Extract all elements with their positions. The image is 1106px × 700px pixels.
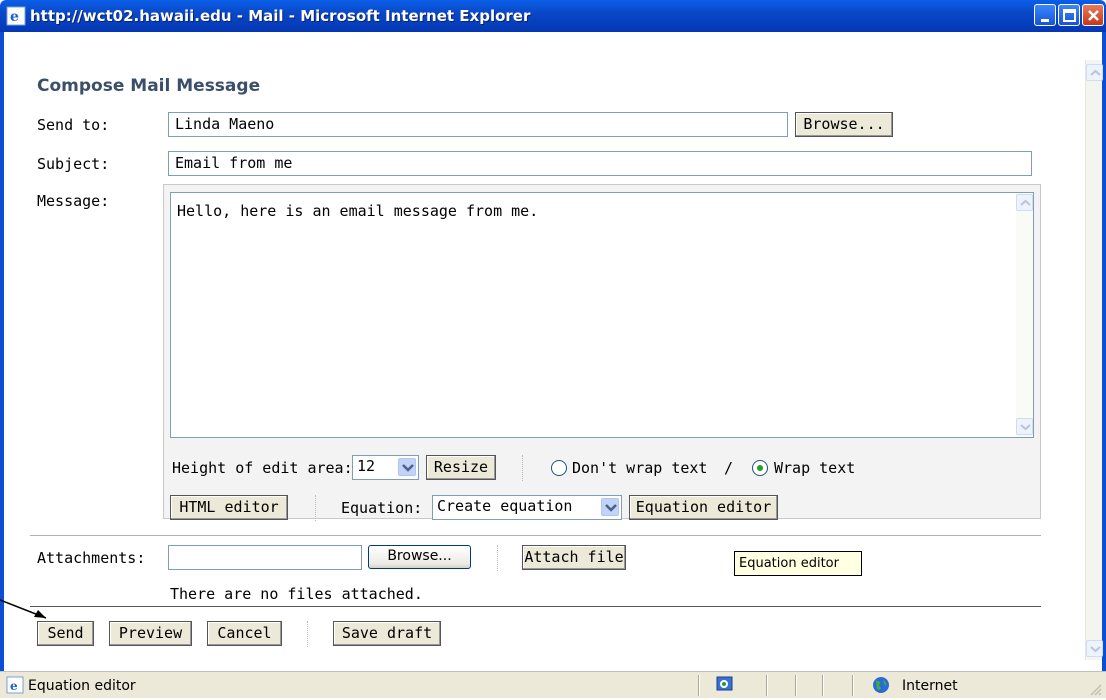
preview-button[interactable]: Preview	[109, 621, 192, 646]
divider	[30, 606, 1041, 607]
send-to-field[interactable]: Linda Maeno	[168, 112, 788, 137]
page-title: Compose Mail Message	[37, 76, 261, 96]
status-text: Equation editor	[28, 678, 136, 694]
attachment-browse-button[interactable]: Browse...	[368, 545, 471, 569]
attachments-label: Attachments:	[37, 549, 146, 567]
security-zone-label: Internet	[902, 678, 958, 694]
equation-editor-button[interactable]: Equation editor	[629, 495, 778, 520]
message-text: Hello, here is an email message from me.	[177, 202, 539, 220]
edit-height-value: 12	[357, 457, 376, 475]
attachment-file-input[interactable]	[168, 545, 362, 570]
status-separator	[852, 675, 854, 696]
popup-blocker-icon[interactable]	[716, 675, 734, 693]
title-bar[interactable]: e http://wct02.hawaii.edu - Mail - Micro…	[0, 0, 1106, 32]
separator	[315, 495, 316, 521]
ie-icon: e	[6, 6, 26, 26]
equation-select-value: Create equation	[437, 497, 573, 515]
tooltip: Equation editor	[734, 551, 862, 576]
edit-height-label: Height of edit area:	[172, 459, 353, 477]
status-separator	[795, 675, 797, 696]
close-button[interactable]	[1082, 4, 1104, 26]
save-draft-button[interactable]: Save draft	[333, 621, 441, 646]
status-separator	[822, 675, 824, 696]
dont-wrap-radio[interactable]	[551, 460, 567, 476]
separator	[522, 455, 523, 481]
minimize-icon	[1041, 19, 1049, 22]
chevron-down-icon	[402, 464, 414, 472]
maximize-button[interactable]	[1058, 4, 1080, 26]
page-icon: e	[6, 676, 24, 694]
svg-text:e: e	[10, 679, 18, 693]
html-editor-button[interactable]: HTML editor	[170, 495, 288, 520]
attach-file-button[interactable]: Attach file	[522, 545, 626, 570]
edit-height-dropdown-button[interactable]	[398, 458, 416, 476]
equation-select[interactable]: Create equation	[432, 495, 622, 520]
no-attachments-text: There are no files attached.	[170, 585, 423, 603]
edit-height-select[interactable]: 12	[352, 455, 419, 480]
wrap-text-label[interactable]: Wrap text	[774, 459, 855, 477]
chevron-down-icon	[605, 504, 617, 512]
page-scrollbar[interactable]	[1085, 60, 1103, 660]
divider	[30, 535, 1041, 536]
send-to-label: Send to:	[37, 116, 110, 134]
status-separator	[698, 675, 700, 696]
chevron-up-icon	[1090, 69, 1101, 76]
scroll-up-button[interactable]	[1086, 64, 1103, 81]
close-icon	[1088, 10, 1099, 21]
message-scroll-up-button[interactable]	[1016, 194, 1033, 211]
equation-dropdown-button[interactable]	[601, 498, 619, 516]
status-separator	[766, 675, 768, 696]
globe-icon	[872, 676, 890, 694]
chevron-down-icon	[1020, 424, 1031, 431]
status-bar: e Equation editor Internet	[0, 671, 1106, 698]
subject-label: Subject:	[37, 155, 110, 173]
separator	[497, 545, 498, 571]
minimize-button[interactable]	[1034, 4, 1056, 26]
message-textarea[interactable]: Hello, here is an email message from me.	[170, 192, 1034, 438]
dont-wrap-label[interactable]: Don't wrap text	[572, 459, 707, 477]
chevron-down-icon	[1090, 646, 1101, 653]
radio-selected-dot	[757, 465, 763, 471]
message-label: Message:	[37, 192, 110, 210]
wrap-text-radio[interactable]	[752, 460, 768, 476]
resize-grip-icon[interactable]	[1088, 682, 1102, 696]
message-scrollbar[interactable]	[1016, 193, 1033, 437]
message-scroll-down-button[interactable]	[1016, 418, 1033, 435]
equation-label: Equation:	[341, 499, 423, 517]
resize-button[interactable]: Resize	[426, 455, 496, 480]
window-title: http://wct02.hawaii.edu - Mail - Microso…	[30, 7, 531, 25]
chevron-up-icon	[1020, 199, 1031, 206]
separator	[307, 621, 308, 647]
svg-text:e: e	[10, 9, 19, 25]
scroll-down-button[interactable]	[1086, 640, 1103, 657]
cancel-button[interactable]: Cancel	[207, 621, 282, 646]
window-frame-right	[1102, 32, 1106, 698]
send-button[interactable]: Send	[37, 621, 94, 646]
maximize-icon	[1063, 9, 1076, 22]
wrap-separator-slash: /	[724, 459, 734, 477]
browse-recipients-button[interactable]: Browse...	[795, 112, 893, 137]
subject-field[interactable]: Email from me	[168, 151, 1032, 176]
